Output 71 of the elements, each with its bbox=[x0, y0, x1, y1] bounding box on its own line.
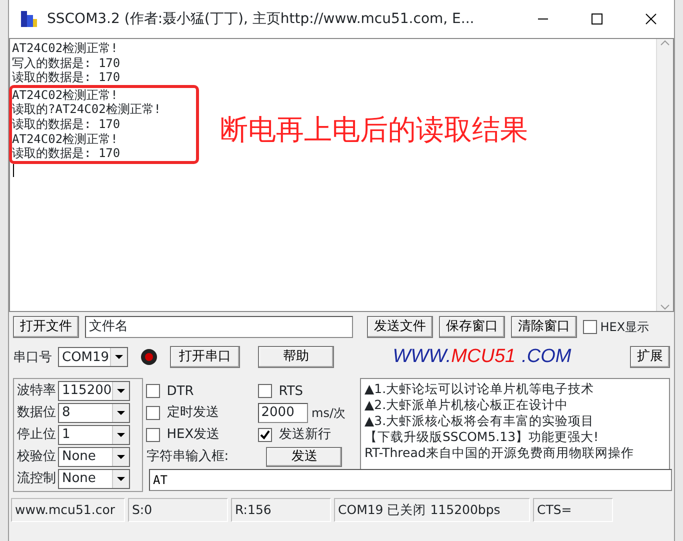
open-file-button[interactable]: 打开文件 bbox=[13, 316, 79, 338]
checkbox-label: 发送新行 bbox=[278, 426, 331, 444]
dropdown[interactable]: 1 bbox=[58, 424, 130, 444]
setting-label: 校验位 bbox=[17, 448, 56, 466]
expand-button[interactable]: 扩展 bbox=[630, 346, 670, 368]
setting-label: 数据位 bbox=[17, 404, 56, 422]
text-cursor bbox=[13, 164, 14, 177]
checkbox[interactable] bbox=[146, 384, 160, 398]
unit-label: ms/次 bbox=[312, 405, 346, 422]
maximize-icon[interactable] bbox=[591, 13, 603, 25]
checkbox[interactable] bbox=[146, 406, 160, 420]
checkbox[interactable] bbox=[583, 320, 597, 334]
checkbox-label: HEX显示 bbox=[600, 319, 650, 336]
window-title: SSCOM3.2 (作者:聂小猛(丁丁), 主页http://www.mcu51.com, E... bbox=[47, 10, 476, 28]
log-line: 读取的数据是: 170 bbox=[12, 146, 122, 161]
port-label: 串口号 bbox=[13, 348, 52, 366]
news-line[interactable]: 【下载升级版SSCOM5.13】功能更强大! bbox=[364, 428, 665, 444]
send-button[interactable]: 发送 bbox=[266, 446, 342, 466]
annotation-text: 断电再上电后的读取结果 bbox=[220, 112, 528, 148]
dropdown-arrow-icon bbox=[116, 388, 126, 394]
logo-text[interactable]: .COM bbox=[522, 343, 572, 372]
log-line: AT24C02检测正常! bbox=[12, 88, 119, 102]
interval-field[interactable]: 2000 bbox=[258, 403, 308, 423]
log-line: AT24C02检测正常! bbox=[12, 41, 119, 56]
checkbox-label: HEX发送 bbox=[166, 426, 220, 444]
log-line: 读取的数据是: 170 bbox=[12, 70, 122, 85]
checkbox-label: DTR bbox=[166, 382, 194, 400]
checkbox-label: RTS bbox=[278, 382, 304, 400]
clear-window-button[interactable]: 清除窗口 bbox=[511, 316, 577, 338]
send-file-button[interactable]: 发送文件 bbox=[367, 316, 433, 338]
dropdown[interactable]: COM19 bbox=[58, 347, 128, 368]
indicator-light-icon bbox=[140, 348, 158, 366]
news-line[interactable]: RT-Thread来自中国的开源免费商用物联网操作 bbox=[364, 444, 665, 460]
setting-label: 停止位 bbox=[17, 426, 56, 444]
save-window-button[interactable]: 保存窗口 bbox=[439, 316, 505, 338]
close-icon[interactable] bbox=[645, 13, 657, 25]
dropdown[interactable]: 115200 bbox=[58, 380, 130, 400]
dropdown-arrow-icon bbox=[116, 432, 126, 438]
log-line: 读取的数据是: 170 bbox=[12, 116, 122, 132]
status-text: S:0 bbox=[128, 498, 228, 522]
dropdown[interactable]: None bbox=[58, 468, 130, 488]
logo-text[interactable]: WWW. bbox=[392, 343, 452, 372]
file-name-field[interactable]: 文件名 bbox=[85, 316, 353, 338]
help-button[interactable]: 帮助 bbox=[258, 346, 334, 368]
setting-label: 流控制 bbox=[17, 470, 56, 488]
dropdown-arrow-icon bbox=[116, 454, 126, 460]
status-text: www.mcu51.cor bbox=[11, 498, 125, 522]
log-line: 读取的?AT24C02检测正常! bbox=[12, 102, 162, 117]
dropdown-arrow-icon bbox=[114, 354, 124, 360]
log-line: 写入的数据是: 170 bbox=[12, 56, 122, 70]
checkbox[interactable] bbox=[258, 428, 272, 442]
app-icon bbox=[19, 9, 39, 29]
news-line[interactable]: ▲1.大虾论坛可以讨论单片机等电子技术 bbox=[364, 380, 665, 396]
status-text: R:156 bbox=[231, 498, 331, 522]
log-line: AT24C02检测正常! bbox=[12, 132, 119, 146]
checkbox[interactable] bbox=[146, 428, 160, 442]
dropdown[interactable]: None bbox=[58, 446, 130, 466]
status-text: CTS= bbox=[533, 498, 613, 522]
news-line[interactable]: ▲3.大虾派核心板将会有丰富的实验项目 bbox=[364, 412, 665, 428]
open-port-button[interactable]: 打开串口 bbox=[170, 346, 240, 368]
input-label: 字符串输入框: bbox=[146, 448, 230, 466]
news-line[interactable]: ▲2.大虾派单片机核心板正在设计中 bbox=[364, 396, 665, 412]
dropdown[interactable]: 8 bbox=[58, 402, 130, 422]
logo-text[interactable]: MCU51 bbox=[451, 343, 516, 372]
checkbox-label: 定时发送 bbox=[166, 404, 219, 422]
status-text: COM19 已关闭 115200bps bbox=[334, 498, 530, 522]
checkbox[interactable] bbox=[258, 384, 272, 398]
dropdown-arrow-icon bbox=[116, 410, 126, 416]
dropdown-arrow-icon bbox=[116, 476, 126, 482]
setting-label: 波特率 bbox=[17, 382, 56, 400]
send-input-field[interactable]: AT bbox=[149, 468, 672, 490]
